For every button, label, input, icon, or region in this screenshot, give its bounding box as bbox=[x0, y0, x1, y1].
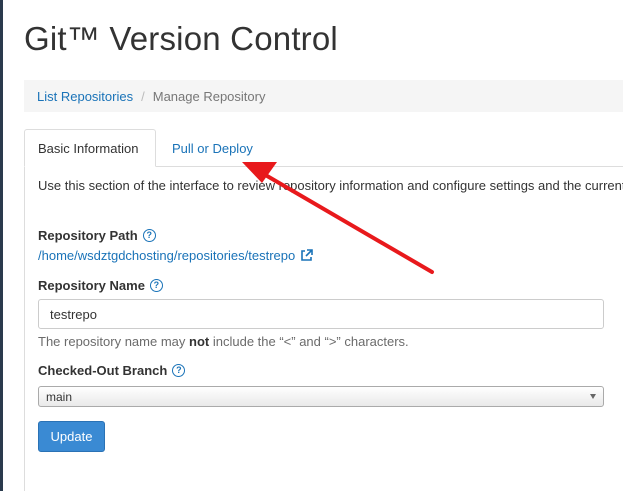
page-title: Git™ Version Control bbox=[24, 20, 338, 57]
tab-basic-information[interactable]: Basic Information bbox=[24, 129, 156, 167]
repository-path-value: /home/wsdztgdchosting/repositories/testr… bbox=[38, 248, 296, 263]
left-rail bbox=[0, 0, 3, 491]
tab-pull-or-deploy[interactable]: Pull or Deploy bbox=[158, 129, 267, 167]
update-button[interactable]: Update bbox=[38, 421, 105, 452]
breadcrumb: List Repositories / Manage Repository bbox=[24, 80, 623, 112]
question-circle-icon[interactable]: ? bbox=[149, 279, 163, 292]
repository-name-label-row: Repository Name ? bbox=[38, 278, 163, 293]
repository-name-help-prefix: The repository name may bbox=[38, 334, 190, 349]
repository-name-help-emphasis: not bbox=[189, 334, 210, 349]
intro-text: Use this section of the interface to rev… bbox=[38, 178, 623, 193]
repository-path-link[interactable]: /home/wsdztgdchosting/repositories/testr… bbox=[38, 248, 314, 263]
repository-name-label: Repository Name bbox=[38, 278, 145, 293]
branch-selected-value: main bbox=[46, 389, 73, 404]
repository-name-help: The repository name may not include the … bbox=[38, 334, 409, 349]
repository-path-label-row: Repository Path ? bbox=[38, 228, 156, 243]
breadcrumb-list-repositories[interactable]: List Repositories bbox=[37, 89, 133, 104]
question-circle-icon[interactable]: ? bbox=[142, 229, 156, 242]
breadcrumb-current: Manage Repository bbox=[152, 88, 266, 104]
chevron-down-icon bbox=[590, 394, 596, 399]
repository-name-help-suffix: include the “<” and “>” characters. bbox=[209, 334, 409, 349]
question-circle-icon[interactable]: ? bbox=[172, 364, 186, 377]
branch-label-row: Checked-Out Branch ? bbox=[38, 363, 186, 378]
repository-path-label: Repository Path bbox=[38, 228, 138, 243]
branch-label: Checked-Out Branch bbox=[38, 363, 168, 378]
external-link-icon bbox=[300, 249, 314, 262]
breadcrumb-separator: / bbox=[141, 88, 145, 104]
repository-name-input[interactable] bbox=[38, 299, 604, 329]
branch-select[interactable]: main bbox=[38, 386, 604, 407]
